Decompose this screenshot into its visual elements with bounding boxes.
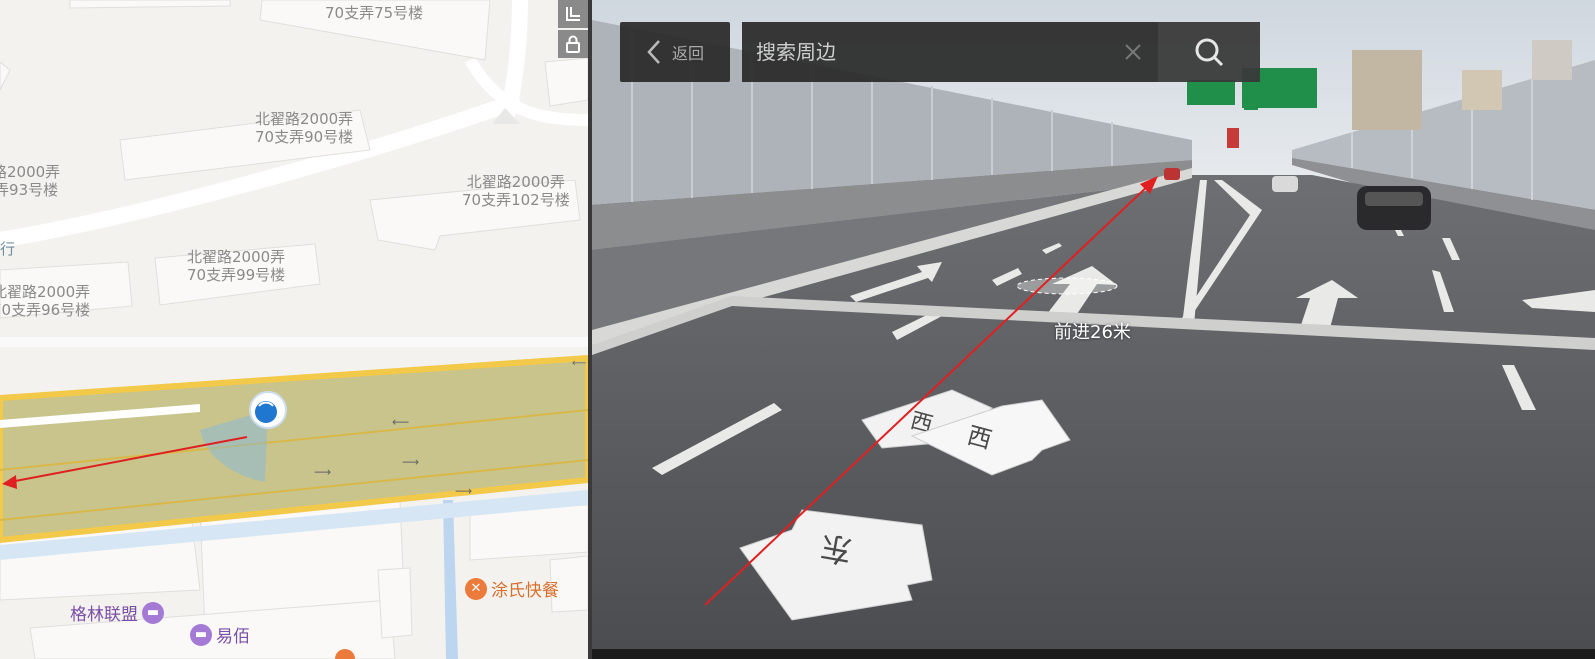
building-label: 北翟路2000弄 70支弄99号楼 bbox=[187, 248, 286, 284]
map-pane[interactable]: ⟵ ⟶ ⟶ ⟶ ⟵ 70支弄75号楼 北翟路2000弄 70支弄90号楼 200… bbox=[0, 0, 588, 659]
back-button[interactable]: 返回 bbox=[620, 22, 730, 82]
svg-text:⟵: ⟵ bbox=[392, 415, 409, 429]
svg-text:⟶: ⟶ bbox=[455, 484, 472, 498]
poi-name: 易佰 bbox=[216, 627, 250, 647]
poi-hotel[interactable]: ▬ 易佰 bbox=[190, 622, 250, 647]
search-bar bbox=[742, 22, 1158, 82]
poi-name: 格林联盟 bbox=[70, 605, 138, 625]
hotel-icon: ▬ bbox=[142, 601, 164, 624]
panorama-view[interactable]: 西 西 东 前进26米 返回 bbox=[592, 0, 1595, 659]
poi-hotel[interactable]: 格林联盟 ▬ bbox=[70, 600, 164, 625]
building-label: 北翟路2000弄 70支弄96号楼 bbox=[0, 283, 91, 319]
building-label: 路2000弄 弄93号楼 bbox=[0, 163, 61, 199]
back-label: 返回 bbox=[671, 44, 704, 63]
search-button[interactable] bbox=[1158, 22, 1260, 82]
search-input[interactable] bbox=[742, 39, 1108, 65]
restaurant-icon: ✕ bbox=[465, 577, 487, 600]
pegman-marker[interactable] bbox=[249, 391, 287, 429]
building-label: 70支弄75号楼 bbox=[325, 4, 424, 22]
poi-name: 涂氏快餐 bbox=[491, 581, 559, 601]
forward-target-ring[interactable] bbox=[1016, 277, 1118, 295]
fullscreen-corner-icon[interactable] bbox=[558, 0, 588, 28]
hotel-icon: ▬ bbox=[190, 623, 212, 646]
chevron-left-icon bbox=[647, 40, 660, 64]
svg-text:⟶: ⟶ bbox=[314, 465, 331, 479]
road-label: 行 bbox=[0, 240, 16, 258]
map-canvas[interactable]: ⟵ ⟶ ⟶ ⟶ ⟵ bbox=[0, 0, 588, 659]
building-label: 北翟路2000弄 70支弄102号楼 bbox=[462, 173, 570, 209]
lock-icon[interactable] bbox=[558, 30, 588, 58]
search-icon bbox=[1195, 38, 1224, 67]
svg-text:⟶: ⟶ bbox=[402, 455, 419, 469]
building-label: 北翟路2000弄 70支弄90号楼 bbox=[255, 110, 354, 146]
panorama-bottom-bar bbox=[592, 649, 1595, 659]
poi-restaurant[interactable]: ✕ 涂氏快餐 bbox=[465, 576, 559, 601]
svg-text:⟵: ⟵ bbox=[572, 358, 586, 369]
forward-distance-label[interactable]: 前进26米 bbox=[1054, 318, 1131, 344]
close-icon bbox=[1125, 44, 1141, 60]
direction-label: 东 bbox=[817, 527, 855, 570]
street-view-app: ⟵ ⟶ ⟶ ⟶ ⟵ 70支弄75号楼 北翟路2000弄 70支弄90号楼 200… bbox=[0, 0, 1595, 659]
clear-button[interactable] bbox=[1108, 22, 1158, 82]
map-toolbar bbox=[558, 0, 588, 60]
